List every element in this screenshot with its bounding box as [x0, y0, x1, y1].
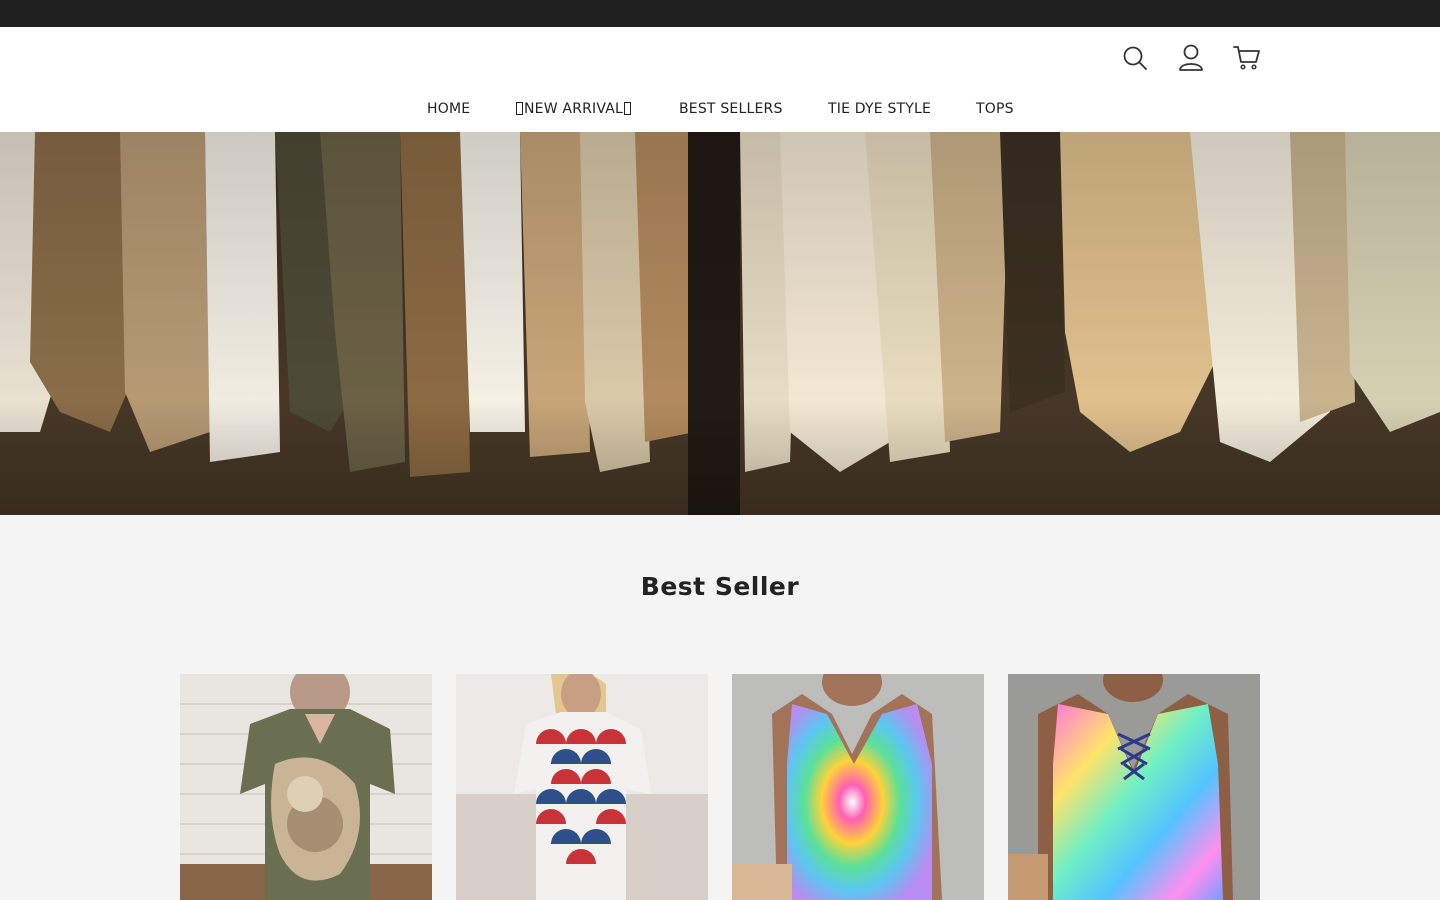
nav-item-new-arrival-prefix-icon	[516, 102, 523, 115]
product-image	[1008, 674, 1260, 900]
product-card[interactable]	[1008, 674, 1260, 900]
nav-item-new-arrival-suffix-icon	[624, 102, 632, 115]
nav-item-new-arrival[interactable]: NEW ARRIVAL	[516, 101, 632, 117]
cart-button[interactable]	[1230, 41, 1264, 75]
site-header: HOME NEW ARRIVAL BEST SELLERS TIE DYE ST…	[0, 27, 1440, 132]
product-card[interactable]	[180, 674, 432, 900]
hero-image	[0, 132, 1440, 515]
account-icon	[1179, 44, 1203, 71]
main-nav: HOME NEW ARRIVAL BEST SELLERS TIE DYE ST…	[0, 101, 1440, 123]
nav-item-tie-dye-style[interactable]: TIE DYE STYLE	[828, 101, 931, 117]
nav-item-new-arrival-label: NEW ARRIVAL	[524, 101, 624, 117]
product-card[interactable]	[456, 674, 708, 900]
header-icons	[1118, 41, 1268, 75]
search-button[interactable]	[1118, 41, 1152, 75]
product-image	[732, 674, 984, 900]
account-button[interactable]	[1174, 41, 1208, 75]
nav-item-best-sellers[interactable]: BEST SELLERS	[679, 101, 783, 117]
nav-item-home[interactable]: HOME	[427, 101, 470, 117]
cart-icon	[1233, 46, 1260, 70]
product-card[interactable]	[732, 674, 984, 900]
product-image	[456, 674, 708, 900]
hero-banner[interactable]	[0, 132, 1440, 515]
nav-item-tops[interactable]: TOPS	[976, 101, 1014, 117]
search-icon	[1123, 46, 1147, 70]
best-seller-title: Best Seller	[640, 572, 800, 601]
announcement-bar	[0, 0, 1440, 27]
product-image	[180, 674, 432, 900]
